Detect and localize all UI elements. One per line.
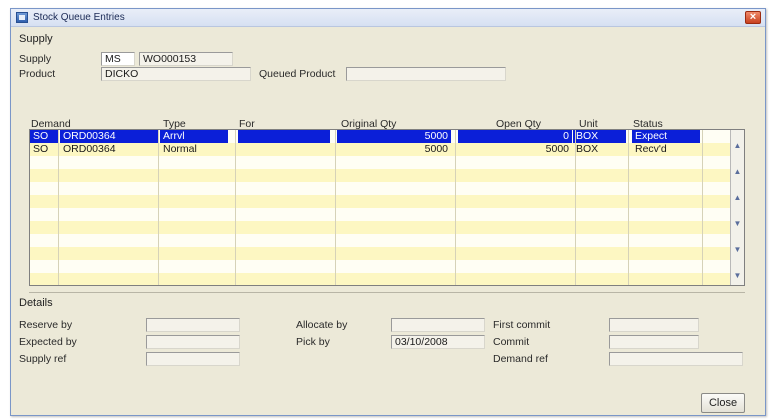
table-row[interactable]: SO ORD00364 Normal 5000 5000 BOX Recv'd: [30, 143, 744, 156]
column-divider: [628, 130, 629, 285]
scroll-page-down-icon[interactable]: ▼: [732, 244, 743, 256]
product-field[interactable]: DICKO: [101, 67, 251, 81]
expected-by-field[interactable]: [146, 335, 240, 349]
cell-open-qty: 5000: [545, 143, 569, 155]
stock-queue-window: Stock Queue Entries × Supply Supply MS W…: [10, 8, 766, 416]
cell-status: Expect: [632, 130, 700, 143]
close-window-icon[interactable]: ×: [745, 11, 761, 24]
cell-open-qty: 0: [458, 130, 572, 143]
table-row[interactable]: SO ORD00364 Arrvl 5000 0 BOX Expect: [30, 130, 744, 143]
column-divider: [58, 130, 59, 285]
first-commit-field[interactable]: [609, 318, 699, 332]
queue-entries-grid: SO ORD00364 Arrvl 5000 0 BOX Expect SO O…: [29, 129, 745, 286]
pick-by-field[interactable]: 03/10/2008: [391, 335, 485, 349]
scroll-up-icon[interactable]: ▲: [732, 192, 743, 204]
column-divider: [235, 130, 236, 285]
cell-for: [238, 143, 330, 156]
app-icon: [16, 12, 28, 23]
column-divider: [702, 130, 703, 285]
supply-ref-detail-field[interactable]: [146, 352, 240, 366]
empty-row: [30, 234, 744, 247]
vertical-scrollbar[interactable]: ▲ ▲ ▲ ▼ ▼ ▼: [730, 130, 744, 285]
reserve-by-field[interactable]: [146, 318, 240, 332]
allocate-by-label: Allocate by: [296, 319, 348, 331]
column-divider: [455, 130, 456, 285]
column-divider: [158, 130, 159, 285]
empty-row: [30, 169, 744, 182]
pick-by-label: Pick by: [296, 336, 330, 348]
queued-product-label: Queued Product: [259, 68, 336, 80]
empty-row: [30, 247, 744, 260]
product-label: Product: [19, 68, 56, 80]
demand-ref-field[interactable]: [609, 352, 743, 366]
column-divider: [575, 130, 576, 285]
close-button[interactable]: Close: [701, 393, 745, 413]
scroll-bottom-icon[interactable]: ▼: [732, 270, 743, 282]
commit-label: Commit: [493, 336, 530, 348]
scroll-page-up-icon[interactable]: ▲: [732, 166, 743, 178]
empty-row: [30, 260, 744, 273]
empty-row: [30, 221, 744, 234]
cell-demand: ORD00364: [63, 143, 116, 155]
column-divider: [335, 130, 336, 285]
cell-type: Arrvl: [160, 130, 228, 143]
cell-for: [238, 130, 330, 143]
queued-product-field[interactable]: [346, 67, 506, 81]
cell-original-qty: 5000: [424, 143, 448, 155]
section-divider: [29, 292, 745, 293]
cell-status: Recv'd: [635, 143, 667, 155]
scroll-top-icon[interactable]: ▲: [732, 140, 743, 152]
empty-row: [30, 195, 744, 208]
demand-ref-label: Demand ref: [493, 353, 548, 365]
window-title: Stock Queue Entries: [33, 12, 125, 23]
allocate-by-field[interactable]: [391, 318, 485, 332]
cell-type: Normal: [163, 143, 197, 155]
title-bar: Stock Queue Entries ×: [11, 9, 765, 27]
expected-by-label: Expected by: [19, 336, 77, 348]
empty-row: [30, 182, 744, 195]
supply-section-heading: Supply: [19, 33, 53, 45]
cell-demand-type: SO: [30, 130, 58, 143]
reserve-by-label: Reserve by: [19, 319, 73, 331]
commit-field[interactable]: [609, 335, 699, 349]
empty-row: [30, 273, 744, 285]
first-commit-label: First commit: [493, 319, 551, 331]
cell-demand-type: SO: [33, 143, 49, 155]
details-section-heading: Details: [19, 297, 53, 309]
empty-row: [30, 208, 744, 221]
scroll-down-icon[interactable]: ▼: [732, 218, 743, 230]
supply-ref-label: Supply ref: [19, 353, 67, 365]
cell-unit: BOX: [573, 130, 626, 143]
empty-row: [30, 156, 744, 169]
cell-original-qty: 5000: [337, 130, 451, 143]
cell-unit: BOX: [576, 143, 599, 155]
supply-type-field[interactable]: MS: [101, 52, 135, 66]
supply-ref-field[interactable]: WO000153: [139, 52, 233, 66]
cell-demand: ORD00364: [60, 130, 158, 143]
supply-label: Supply: [19, 53, 52, 65]
